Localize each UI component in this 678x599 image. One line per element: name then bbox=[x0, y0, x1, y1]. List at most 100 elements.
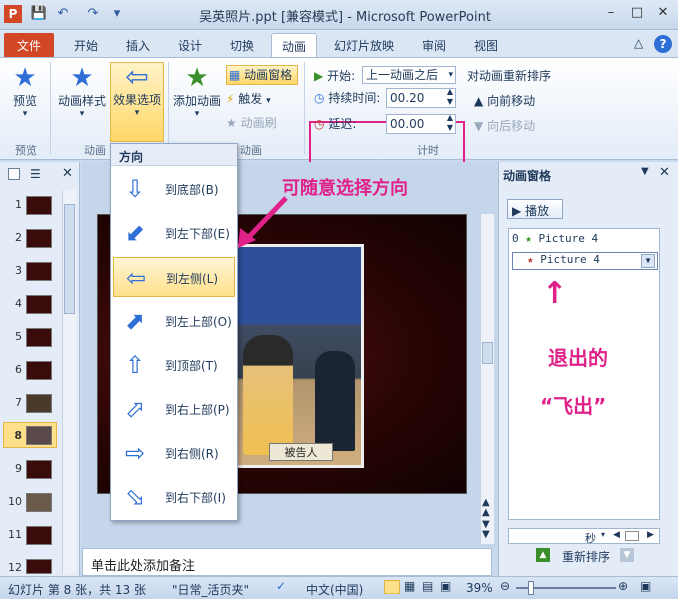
chevron-down-icon: ▾ bbox=[194, 109, 200, 119]
collapse-ribbon-icon[interactable]: △ bbox=[634, 36, 643, 50]
direction-bottom-left[interactable]: ⬋ 到左下部(E) bbox=[113, 213, 235, 253]
painter-icon: ★ bbox=[226, 116, 237, 130]
slide-thumbnail[interactable] bbox=[26, 559, 52, 574]
undo-icon[interactable]: ↶ bbox=[54, 5, 72, 23]
start-select[interactable]: 上一动画之后 ▾ bbox=[362, 66, 456, 84]
timeline-thumb[interactable] bbox=[625, 531, 639, 541]
scroll-thumb[interactable] bbox=[482, 342, 493, 364]
slide-thumbnail[interactable] bbox=[26, 328, 52, 347]
tab-transitions[interactable]: 切换 bbox=[220, 33, 264, 58]
zoom-level[interactable]: 39% bbox=[466, 581, 493, 595]
redo-icon[interactable]: ↷ bbox=[84, 5, 102, 23]
timeline-bar[interactable]: 秒 ▾ ◀ ▶ bbox=[508, 528, 660, 545]
slide-thumbnail[interactable] bbox=[26, 196, 52, 215]
effect-options-button[interactable]: ⇦ 效果选项 ▾ bbox=[110, 62, 164, 142]
tab-file[interactable]: 文件 bbox=[4, 33, 54, 58]
tab-slideshow[interactable]: 幻灯片放映 bbox=[324, 33, 404, 58]
chevron-down-icon: ▾ bbox=[448, 70, 453, 80]
next-slide-icon[interactable]: ▼ ▼ bbox=[482, 520, 490, 540]
slide-scrollbar[interactable] bbox=[480, 214, 494, 544]
scroll-right-icon[interactable]: ▶ bbox=[647, 530, 654, 540]
chevron-down-icon[interactable]: ▼ bbox=[641, 254, 655, 268]
slides-scrollbar[interactable] bbox=[62, 190, 76, 574]
duration-input[interactable]: 00.20 ▲ ▼ bbox=[386, 87, 456, 108]
window-title: 吴英照片.ppt [兼容模式] - Microsoft PowerPoint bbox=[199, 10, 491, 25]
play-button[interactable]: ▶ 播放 bbox=[507, 199, 563, 219]
slide-thumbnail[interactable] bbox=[26, 262, 52, 281]
thumb-number: 4 bbox=[15, 297, 22, 310]
delay-input[interactable]: 00.00 ▲ ▼ bbox=[386, 113, 456, 134]
animation-pane-button[interactable]: ▦ 动画窗格 bbox=[226, 65, 298, 85]
customize-qa-icon[interactable]: ▾ bbox=[108, 5, 126, 23]
spellcheck-icon[interactable]: ✓ bbox=[276, 579, 286, 593]
slide-thumbnail[interactable] bbox=[26, 460, 52, 479]
direction-top-left[interactable]: ⬈ 到左上部(O) bbox=[113, 301, 235, 341]
reorder-title: 对动画重新排序 bbox=[467, 69, 552, 83]
slide-thumbnail[interactable] bbox=[26, 426, 52, 445]
slide-thumbnail[interactable] bbox=[26, 361, 52, 380]
close-pane-icon[interactable]: ✕ bbox=[659, 165, 670, 180]
reading-view-icon[interactable]: ▤ bbox=[422, 579, 433, 593]
zoom-out-icon[interactable]: ⊖ bbox=[500, 579, 510, 593]
animation-star-icon: ★ bbox=[70, 63, 94, 93]
move-earlier-button[interactable]: ▲ 向前移动 bbox=[474, 90, 535, 112]
minimize-button[interactable]: – bbox=[600, 4, 622, 22]
thumb-number: 12 bbox=[8, 561, 22, 574]
ribbon: ★ 预览 ▾ 预览 ★ 动画样式 ▾ ⇦ 效果选项 ▾ 动画 ★ 添加动画 ▾ … bbox=[0, 57, 678, 197]
thumb-number: 8 bbox=[14, 429, 22, 442]
move-later-button[interactable]: ▼ 向后移动 bbox=[474, 115, 535, 137]
tab-animations[interactable]: 动画 bbox=[271, 33, 318, 58]
animation-painter-button[interactable]: ★ 动画刷 bbox=[226, 112, 298, 134]
direction-top[interactable]: ⇧ 到顶部(T) bbox=[113, 345, 235, 385]
save-icon[interactable]: 💾 bbox=[30, 5, 48, 23]
reorder-down-icon[interactable]: ▼ bbox=[620, 548, 634, 562]
direction-top-right[interactable]: ⬀ 到右上部(P) bbox=[113, 389, 235, 429]
slide-thumbnail[interactable] bbox=[26, 394, 52, 413]
fit-window-icon[interactable]: ▣ bbox=[640, 579, 651, 593]
sorter-view-icon[interactable]: ▦ bbox=[404, 579, 415, 593]
powerpoint-logo-icon[interactable]: P bbox=[4, 5, 22, 23]
spinner-icon[interactable]: ▲ ▼ bbox=[447, 87, 453, 107]
direction-label: 到右下部(I) bbox=[165, 491, 226, 505]
zoom-slider-thumb[interactable] bbox=[528, 581, 534, 595]
trigger-button[interactable]: ⚡ 触发 ▾ bbox=[226, 88, 298, 110]
normal-view-icon[interactable] bbox=[384, 580, 400, 594]
move-earlier-label: 向前移动 bbox=[487, 94, 536, 108]
thumb-number: 11 bbox=[8, 528, 22, 541]
slides-tab-icon[interactable] bbox=[8, 168, 20, 180]
notes-pane[interactable]: 单击此处添加备注 bbox=[82, 548, 492, 576]
prev-slide-icon[interactable]: ▲ ▲ bbox=[482, 498, 490, 518]
animation-item[interactable]: 0 ★ Picture 4 bbox=[512, 232, 632, 250]
outline-tab-icon[interactable]: ☰ bbox=[30, 167, 41, 181]
slide-photo[interactable]: 被告人 bbox=[226, 244, 364, 468]
animation-style-button[interactable]: ★ 动画样式 ▾ bbox=[56, 64, 108, 119]
scroll-thumb[interactable] bbox=[64, 204, 75, 314]
reorder-up-icon[interactable]: ▲ bbox=[536, 548, 550, 562]
close-panel-icon[interactable]: ✕ bbox=[62, 166, 73, 181]
slide-thumbnail[interactable] bbox=[26, 493, 52, 512]
animation-item-selected[interactable]: ★ Picture 4 ▼ bbox=[512, 252, 658, 270]
tab-view[interactable]: 视图 bbox=[464, 33, 508, 58]
slide-thumbnail[interactable] bbox=[26, 295, 52, 314]
direction-bottom-right[interactable]: ⬂ 到右下部(I) bbox=[113, 477, 235, 517]
direction-right[interactable]: ⇨ 到右侧(R) bbox=[113, 433, 235, 473]
tab-home[interactable]: 开始 bbox=[64, 33, 108, 58]
zoom-in-icon[interactable]: ⊕ bbox=[618, 579, 628, 593]
slideshow-view-icon[interactable]: ▣ bbox=[440, 579, 451, 593]
language[interactable]: 中文(中国) bbox=[306, 581, 363, 598]
add-animation-button[interactable]: ★ 添加动画 ▾ bbox=[172, 64, 222, 119]
slide-thumbnail[interactable] bbox=[26, 526, 52, 545]
slide-thumbnail[interactable] bbox=[26, 229, 52, 248]
maximize-button[interactable]: □ bbox=[626, 4, 648, 22]
pane-options-icon[interactable]: ▼ bbox=[641, 166, 649, 177]
tab-review[interactable]: 审阅 bbox=[412, 33, 456, 58]
tab-design[interactable]: 设计 bbox=[168, 33, 212, 58]
direction-left[interactable]: ⇦ 到左侧(L) bbox=[113, 257, 235, 297]
scroll-left-icon[interactable]: ◀ bbox=[613, 530, 620, 540]
tab-insert[interactable]: 插入 bbox=[116, 33, 160, 58]
help-icon[interactable]: ? bbox=[654, 35, 672, 53]
close-button[interactable]: ✕ bbox=[652, 4, 674, 22]
spinner-icon[interactable]: ▲ ▼ bbox=[447, 113, 453, 133]
direction-bottom[interactable]: ⇩ 到底部(B) bbox=[113, 169, 235, 209]
preview-button[interactable]: ★ 预览 ▾ bbox=[6, 64, 44, 119]
